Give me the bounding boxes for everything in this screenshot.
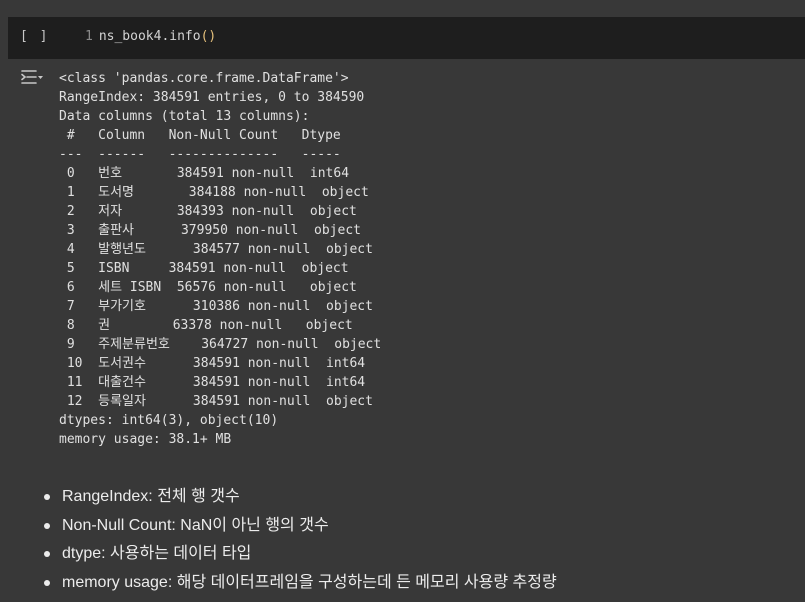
- list-item: RangeIndex: 전체 행 갯수: [40, 484, 557, 513]
- list-item: memory usage: 해당 데이터프레임을 구성하는데 든 메모리 사용량…: [40, 570, 557, 599]
- output-line: 7 부가기호 310386 non-null object: [59, 299, 373, 314]
- bullet-icon: [44, 494, 50, 500]
- bullet-icon: [44, 551, 50, 557]
- output-line: dtypes: int64(3), object(10): [59, 413, 279, 428]
- output-line: --- ------ -------------- -----: [59, 147, 349, 162]
- bullet-icon: [44, 579, 50, 586]
- note-term: RangeIndex: [62, 488, 149, 505]
- code-cell[interactable]: [ ] 1 ns_book4.info(): [8, 17, 805, 59]
- output-line: 1 도서명 384188 non-null object: [59, 185, 369, 200]
- note-desc: : 사용하는 데이터 타입: [101, 545, 252, 562]
- code-line[interactable]: 1 ns_book4.info(): [85, 29, 216, 44]
- note-desc: : NaN이 아닌 행의 갯수: [171, 516, 329, 534]
- output-line: 6 세트 ISBN 56576 non-null object: [59, 280, 357, 295]
- list-item: Non-Null Count: NaN이 아닌 행의 갯수: [40, 513, 557, 542]
- output-line: # Column Non-Null Count Dtype: [59, 128, 349, 143]
- output-line: 8 권 63378 non-null object: [59, 318, 353, 333]
- output-line: 5 ISBN 384591 non-null object: [59, 261, 349, 276]
- output-line: 2 저자 384393 non-null object: [59, 204, 357, 219]
- output-line: <class 'pandas.core.frame.DataFrame'>: [59, 71, 349, 86]
- markdown-notes: RangeIndex: 전체 행 갯수 Non-Null Count: NaN이…: [40, 484, 557, 598]
- notebook-page: [ ] 1 ns_book4.info() <class 'pandas.core…: [0, 0, 805, 602]
- list-item: dtype: 사용하는 데이터 타입: [40, 541, 557, 570]
- output-line: 10 도서권수 384591 non-null int64: [59, 356, 373, 371]
- bullet-icon: [44, 522, 50, 529]
- line-number: 1: [85, 29, 93, 44]
- output-line: 0 번호 384591 non-null int64: [59, 166, 357, 181]
- output-line: memory usage: 38.1+ MB: [59, 432, 232, 447]
- output-line: Data columns (total 13 columns):: [59, 109, 310, 124]
- output-line: 4 발행년도 384577 non-null object: [59, 242, 373, 257]
- note-desc: : 전체 행 갯수: [148, 488, 240, 505]
- cell-output: <class 'pandas.core.frame.DataFrame'> Ran…: [59, 69, 381, 449]
- note-term: Non-Null Count: [62, 516, 172, 534]
- code-text: ns_book4.info: [98, 29, 201, 44]
- note-desc: : 해당 데이터프레임을 구성하는데 든 메모리 사용량 추정량: [167, 573, 557, 591]
- output-options-icon[interactable]: [20, 68, 44, 88]
- output-line: 9 주제분류번호 364727 non-null object: [59, 337, 382, 352]
- output-line: 12 등록일자 384591 non-null object: [59, 394, 373, 409]
- output-line: 11 대출건수 384591 non-null int64: [59, 375, 373, 390]
- output-line: 3 출판사 379950 non-null object: [59, 223, 361, 238]
- note-term: memory usage: [62, 573, 168, 591]
- run-cell-button[interactable]: [ ]: [20, 29, 49, 44]
- output-line: RangeIndex: 384591 entries, 0 to 384590: [59, 90, 365, 105]
- note-term: dtype: [62, 545, 102, 562]
- code-paren: (): [200, 29, 217, 44]
